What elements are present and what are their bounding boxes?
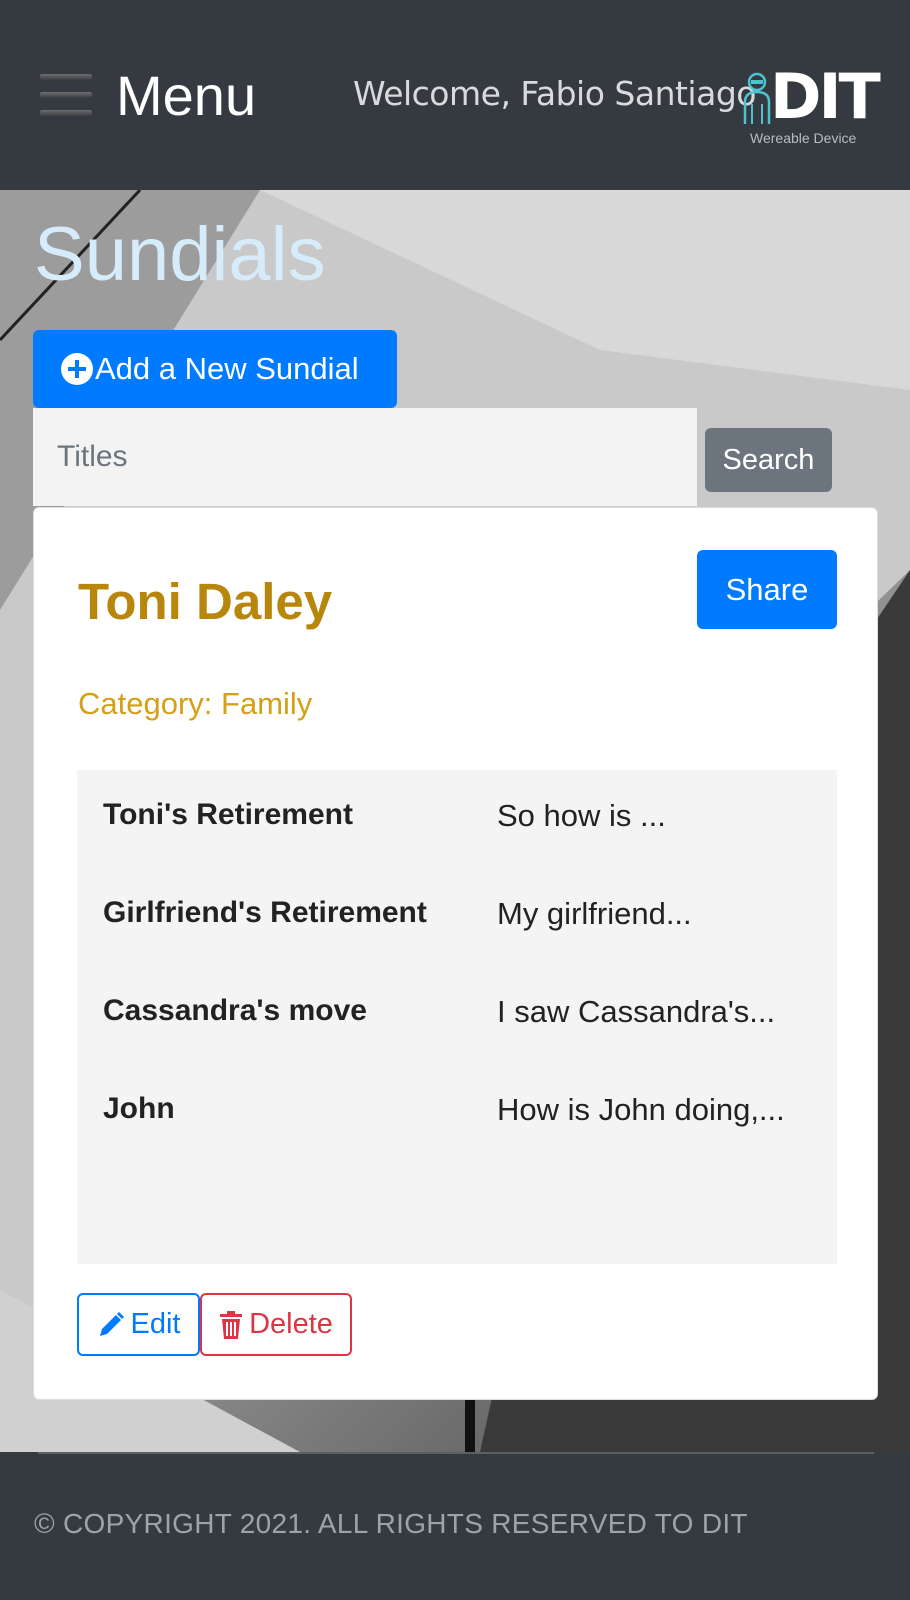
list-item[interactable]: Cassandra's move I saw Cassandra's... <box>77 966 837 1064</box>
edit-label: Edit <box>130 1308 181 1340</box>
entry-title: Girlfriend's Retirement <box>103 896 427 929</box>
logo-subtitle: Wereable Device <box>750 130 857 146</box>
page-title: Sundials <box>34 212 326 297</box>
plus-circle-icon <box>61 353 93 385</box>
search-button[interactable]: Search <box>705 428 832 492</box>
entry-preview: How is John doing,... <box>497 1092 785 1127</box>
entry-preview: I saw Cassandra's... <box>497 994 776 1029</box>
main-content: Sundials Add a New Sundial Search Toni D… <box>0 190 910 1452</box>
entry-preview: So how is ... <box>497 798 666 833</box>
dit-logo[interactable]: DIT Wereable Device <box>742 62 881 148</box>
search-input[interactable] <box>33 408 697 506</box>
entry-preview: My girlfriend... <box>497 896 692 931</box>
footer-divider <box>38 1452 874 1454</box>
entry-title: John <box>103 1092 175 1125</box>
entries-list: Toni's Retirement So how is ... Girlfrie… <box>77 770 837 1264</box>
category-label: Category: Family <box>78 686 313 721</box>
welcome-text: Welcome, Fabio Santiago <box>353 74 756 113</box>
sundial-card: Toni Daley Share Category: Family Toni's… <box>33 507 878 1400</box>
hamburger-icon[interactable] <box>40 74 92 118</box>
pencil-icon <box>99 1311 124 1336</box>
list-item[interactable]: John How is John doing,... <box>77 1064 837 1162</box>
trash-icon <box>220 1310 243 1339</box>
copyright-text: © COPYRIGHT 2021. ALL RIGHTS RESERVED TO… <box>34 1508 748 1539</box>
card-title: Toni Daley <box>78 573 333 630</box>
footer: © COPYRIGHT 2021. ALL RIGHTS RESERVED TO… <box>0 1452 910 1600</box>
list-item[interactable]: Toni's Retirement So how is ... <box>77 770 837 868</box>
logo-text: DIT <box>770 60 881 133</box>
menu-label[interactable]: Menu <box>116 60 256 132</box>
entry-title: Toni's Retirement <box>103 798 353 831</box>
delete-button[interactable]: Delete <box>200 1293 352 1356</box>
share-button[interactable]: Share <box>697 550 837 629</box>
delete-label: Delete <box>249 1308 333 1340</box>
entry-title: Cassandra's move <box>103 994 367 1027</box>
edit-button[interactable]: Edit <box>77 1293 200 1356</box>
person-device-icon <box>743 72 771 124</box>
add-sundial-button[interactable]: Add a New Sundial <box>33 330 397 408</box>
top-navbar: Menu Welcome, Fabio Santiago DIT Wereabl… <box>0 0 910 190</box>
add-sundial-label: Add a New Sundial <box>95 351 359 386</box>
list-item[interactable]: Girlfriend's Retirement My girlfriend... <box>77 868 837 966</box>
